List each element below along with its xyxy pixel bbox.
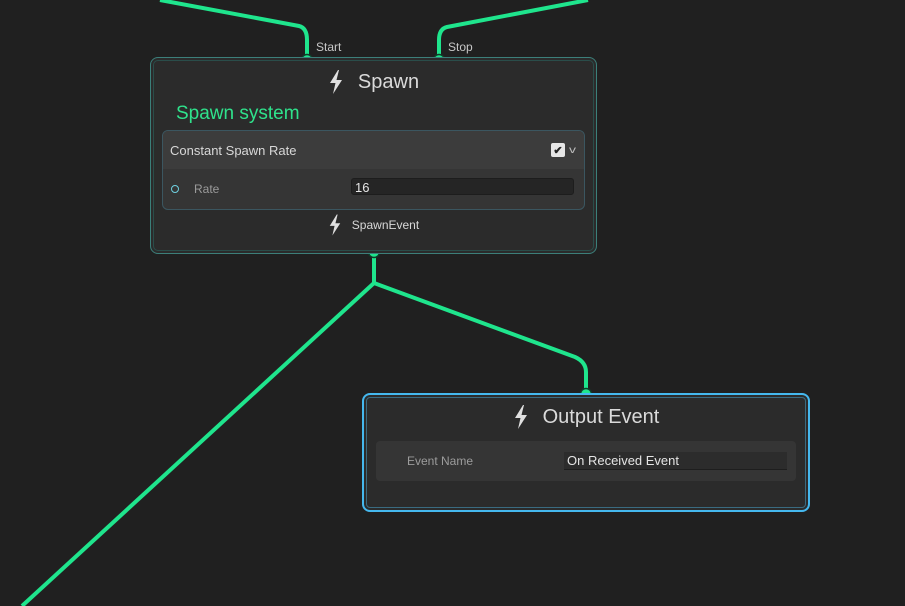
port-label-start: Start — [316, 40, 342, 54]
spawn-event-label: SpawnEvent — [351, 218, 420, 232]
bolt-icon — [514, 405, 527, 429]
rate-property-row: Rate 16 — [163, 169, 584, 208]
wire-spawnevent-to-output[interactable] — [372, 252, 588, 393]
bolt-icon — [329, 214, 341, 236]
rate-input[interactable]: 16 — [351, 178, 574, 195]
spawn-event-output: SpawnEvent — [151, 214, 596, 236]
spawn-node-title: Spawn — [357, 70, 420, 93]
block-enabled-checkbox[interactable]: ✔ — [551, 143, 565, 157]
output-event-node[interactable]: Output Event Event Name On Received Even… — [362, 393, 810, 512]
rate-label: Rate — [194, 181, 220, 196]
bolt-icon — [329, 70, 342, 94]
wire-to-start[interactable] — [159, 0, 309, 60]
spawn-context-node[interactable]: Spawn Spawn system Constant Spawn Rate ✔… — [150, 57, 597, 254]
port-label-stop: Stop — [448, 40, 473, 54]
rate-input-port[interactable] — [171, 184, 179, 193]
spawn-node-header: Spawn — [151, 70, 596, 94]
check-icon: ✔ — [553, 144, 563, 157]
event-name-label: Event Name — [407, 454, 474, 468]
block-header[interactable]: Constant Spawn Rate ✔ v — [163, 131, 584, 169]
output-node-title: Output Event — [542, 405, 660, 428]
vfx-graph-canvas[interactable]: Start Stop Spawn Spawn system Constant S… — [0, 0, 905, 606]
event-name-row: Event Name On Received Event — [376, 441, 796, 481]
system-label[interactable]: Spawn system — [176, 103, 300, 125]
block-title: Constant Spawn Rate — [170, 142, 297, 158]
wire-spawnevent-down-left[interactable] — [20, 281, 376, 606]
event-name-input[interactable]: On Received Event — [564, 452, 787, 470]
chevron-down-icon[interactable]: v — [569, 145, 576, 156]
output-node-header: Output Event — [364, 405, 808, 429]
constant-spawn-rate-block[interactable]: Constant Spawn Rate ✔ v Rate 16 — [162, 130, 585, 210]
